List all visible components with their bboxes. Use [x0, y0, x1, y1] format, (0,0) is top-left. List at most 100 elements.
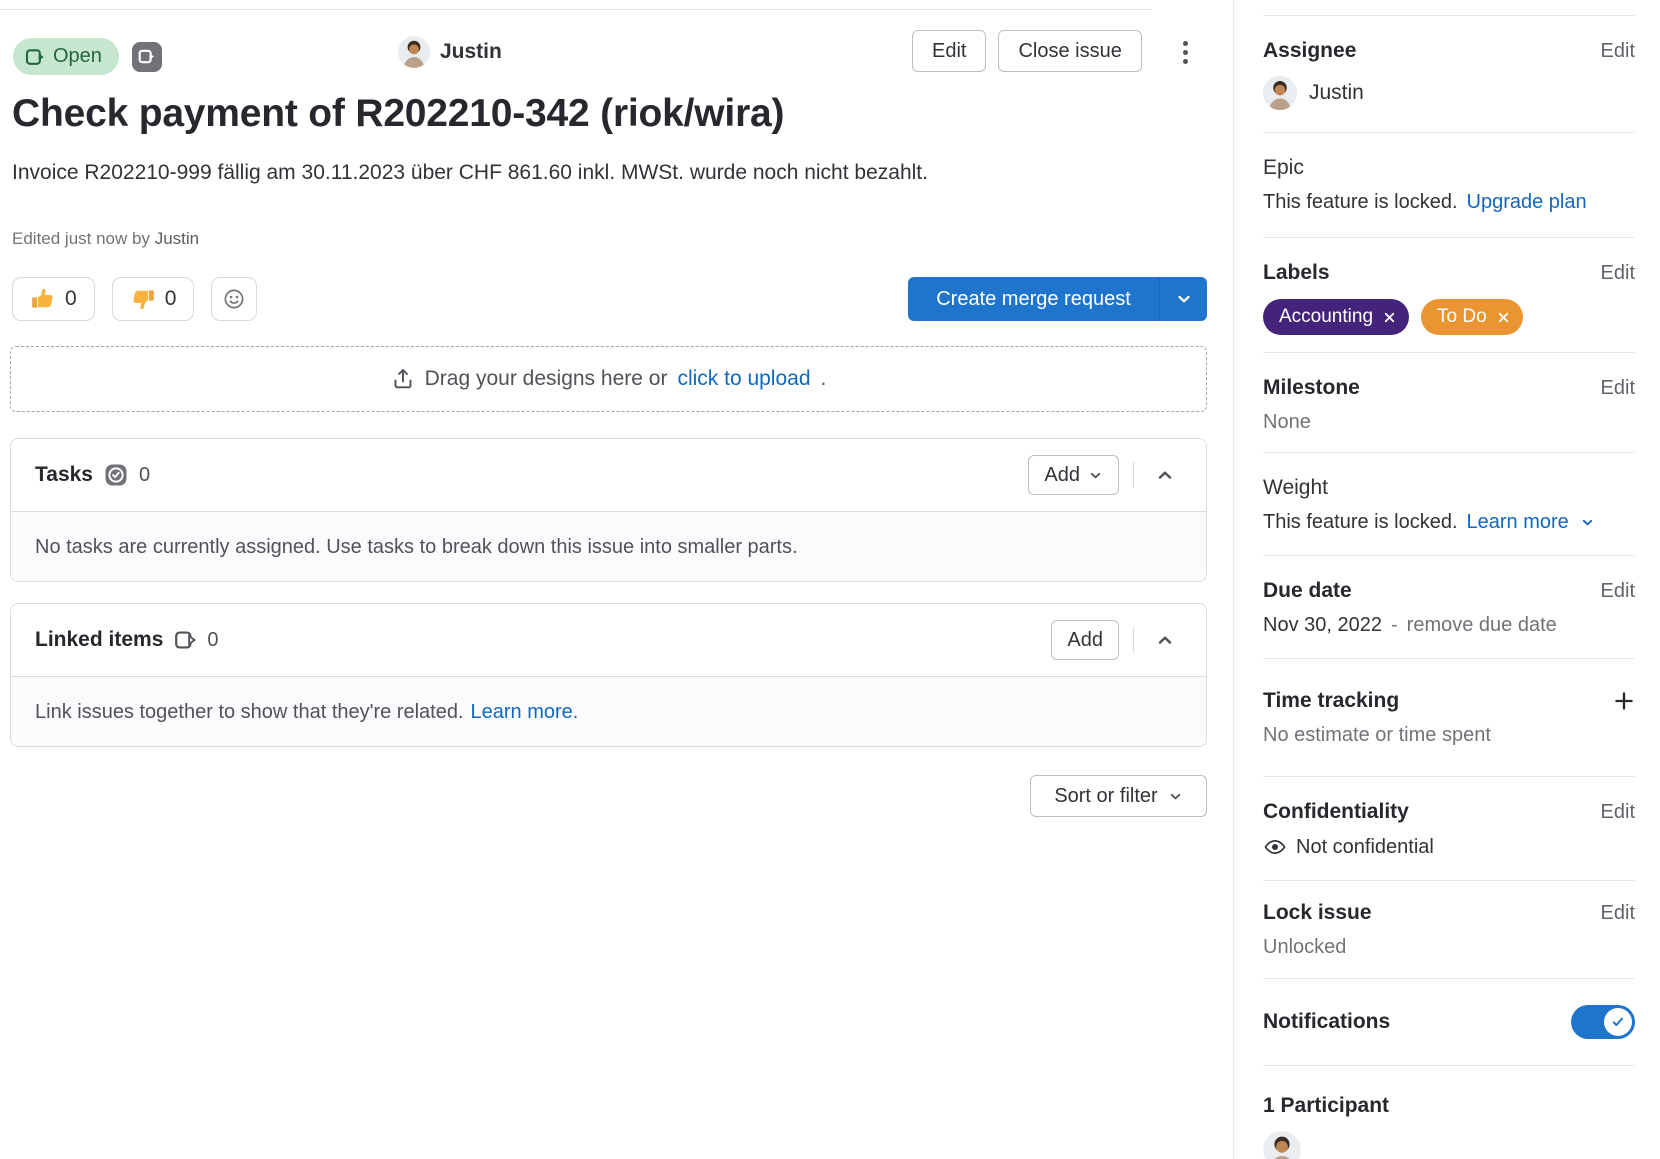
issue-title: Check payment of R202210-342 (riok/wira)	[12, 92, 1192, 136]
time-tracking-title: Time tracking	[1263, 689, 1399, 713]
edited-by-name: Justin	[155, 229, 199, 248]
task-check-icon	[104, 463, 128, 487]
participants-title: 1 Participant	[1263, 1094, 1389, 1117]
dropzone-text: Drag your designs here or	[425, 367, 668, 391]
tasks-add-button[interactable]: Add	[1028, 455, 1119, 495]
due-date-title: Due date	[1263, 579, 1352, 603]
linked-items-collapse-button[interactable]	[1148, 623, 1182, 657]
thumbs-up-button[interactable]: 0	[12, 277, 95, 321]
thumbs-down-icon	[130, 286, 156, 312]
label-pill-accounting[interactable]: Accounting	[1263, 299, 1409, 335]
tasks-title: Tasks	[35, 463, 93, 487]
linked-items-header: Linked items 0 Add	[11, 604, 1206, 676]
linked-items-title: Linked items	[35, 628, 163, 652]
sidebar-section-confidentiality: Confidentiality Edit Not confidential	[1263, 777, 1635, 881]
issue-description: Invoice R202210-999 fällig am 30.11.2023…	[12, 161, 1192, 185]
thumbs-down-count: 0	[165, 287, 177, 311]
plus-icon	[1613, 690, 1635, 712]
close-x-icon	[1496, 310, 1511, 325]
label-pills: Accounting To Do	[1263, 299, 1635, 335]
confidentiality-title: Confidentiality	[1263, 800, 1409, 824]
thumbs-down-button[interactable]: 0	[112, 277, 195, 321]
gitlab-issue-page: Open Justin Edit Close	[0, 0, 1660, 1159]
lock-issue-title: Lock issue	[1263, 901, 1372, 925]
upgrade-plan-link[interactable]: Upgrade plan	[1467, 191, 1587, 214]
confidentiality-edit-button[interactable]: Edit	[1601, 801, 1635, 824]
tasks-empty-state: No tasks are currently assigned. Use tas…	[11, 511, 1206, 582]
weight-learn-more-link[interactable]: Learn more	[1467, 511, 1569, 534]
edit-button[interactable]: Edit	[912, 30, 986, 72]
thumbs-up-icon	[30, 286, 56, 312]
labels-edit-button[interactable]: Edit	[1601, 262, 1635, 285]
sidebar-section-notifications: Notifications	[1263, 979, 1635, 1066]
create-merge-request-split: Create merge request	[908, 277, 1207, 321]
label-pill-todo[interactable]: To Do	[1421, 299, 1523, 335]
status-badge: Open	[13, 38, 119, 75]
linked-issue-icon	[174, 629, 196, 651]
divider	[1133, 627, 1134, 653]
assignee-avatar	[1263, 76, 1297, 110]
sidebar-divider	[1233, 0, 1234, 1159]
merge-request-dropdown-button[interactable]	[1159, 277, 1207, 321]
create-merge-request-button[interactable]: Create merge request	[908, 277, 1159, 321]
issue-status-group: Open	[13, 38, 162, 75]
chevron-down-icon	[1168, 789, 1183, 804]
issue-author[interactable]: Justin	[398, 36, 502, 68]
sidebar-section-epic: Epic This feature is locked. Upgrade pla…	[1263, 133, 1635, 238]
linked-items-count: 0	[207, 629, 218, 652]
participant-avatar[interactable]	[1263, 1131, 1301, 1159]
notifications-toggle[interactable]	[1571, 1005, 1635, 1039]
divider	[1133, 462, 1134, 488]
labels-title: Labels	[1263, 261, 1330, 285]
add-time-entry-button[interactable]	[1613, 690, 1635, 712]
milestone-edit-button[interactable]: Edit	[1601, 377, 1635, 400]
tasks-header: Tasks 0 Add	[11, 439, 1206, 511]
due-date-edit-button[interactable]: Edit	[1601, 580, 1635, 603]
epic-title: Epic	[1263, 156, 1304, 180]
header-actions: Edit Close issue	[912, 30, 1142, 72]
close-x-icon	[1382, 310, 1397, 325]
sidebar-section-lock: Lock issue Edit Unlocked	[1263, 881, 1635, 979]
assignee-edit-button[interactable]: Edit	[1601, 40, 1635, 63]
design-dropzone[interactable]: Drag your designs here or click to uploa…	[10, 346, 1207, 412]
author-avatar	[398, 36, 430, 68]
remove-due-date-link[interactable]: remove due date	[1407, 614, 1557, 637]
header-divider	[0, 9, 1152, 10]
issue-main: Open Justin Edit Close	[0, 0, 1207, 1159]
assignee-name: Justin	[1309, 81, 1364, 105]
chevron-down-icon	[1175, 290, 1193, 308]
upload-icon	[391, 367, 415, 391]
sidebar-section-participants: 1 Participant	[1263, 1066, 1635, 1159]
confidentiality-value: Not confidential	[1296, 836, 1434, 859]
check-icon	[1610, 1014, 1626, 1030]
sort-or-filter-button[interactable]: Sort or filter	[1030, 775, 1207, 817]
linked-items-add-button[interactable]: Add	[1051, 620, 1119, 660]
status-label: Open	[53, 45, 102, 68]
milestone-title: Milestone	[1263, 376, 1360, 400]
lock-issue-value: Unlocked	[1263, 936, 1635, 959]
emoji-smiley-icon	[222, 287, 246, 311]
upload-link[interactable]: click to upload	[677, 367, 810, 391]
linked-items-empty-state: Link issues together to show that they'r…	[11, 676, 1206, 747]
sidebar-section-labels: Labels Edit Accounting To Do	[1263, 238, 1635, 353]
linked-items-learn-more-link[interactable]: Learn more.	[471, 701, 579, 724]
emoji-picker-button[interactable]	[211, 277, 257, 321]
assignee-user[interactable]: Justin	[1263, 76, 1635, 110]
close-issue-button[interactable]: Close issue	[998, 30, 1141, 72]
issue-type-icon	[132, 42, 162, 72]
remove-label-button[interactable]	[1496, 310, 1511, 325]
chevron-up-icon	[1155, 465, 1175, 485]
remove-label-button[interactable]	[1382, 310, 1397, 325]
milestone-value: None	[1263, 411, 1635, 434]
more-actions-button[interactable]	[1167, 32, 1203, 72]
author-name: Justin	[440, 40, 502, 64]
sidebar-section-milestone: Milestone Edit None	[1263, 353, 1635, 453]
sidebar-section-due-date: Due date Edit Nov 30, 2022 - remove due …	[1263, 556, 1635, 659]
thumbs-up-count: 0	[65, 287, 77, 311]
lock-issue-edit-button[interactable]: Edit	[1601, 902, 1635, 925]
due-date-value: Nov 30, 2022	[1263, 614, 1382, 637]
chevron-up-icon	[1155, 630, 1175, 650]
sidebar-section-weight: Weight This feature is locked. Learn mor…	[1263, 453, 1635, 556]
tasks-collapse-button[interactable]	[1148, 458, 1182, 492]
chevron-down-icon	[1580, 515, 1595, 530]
